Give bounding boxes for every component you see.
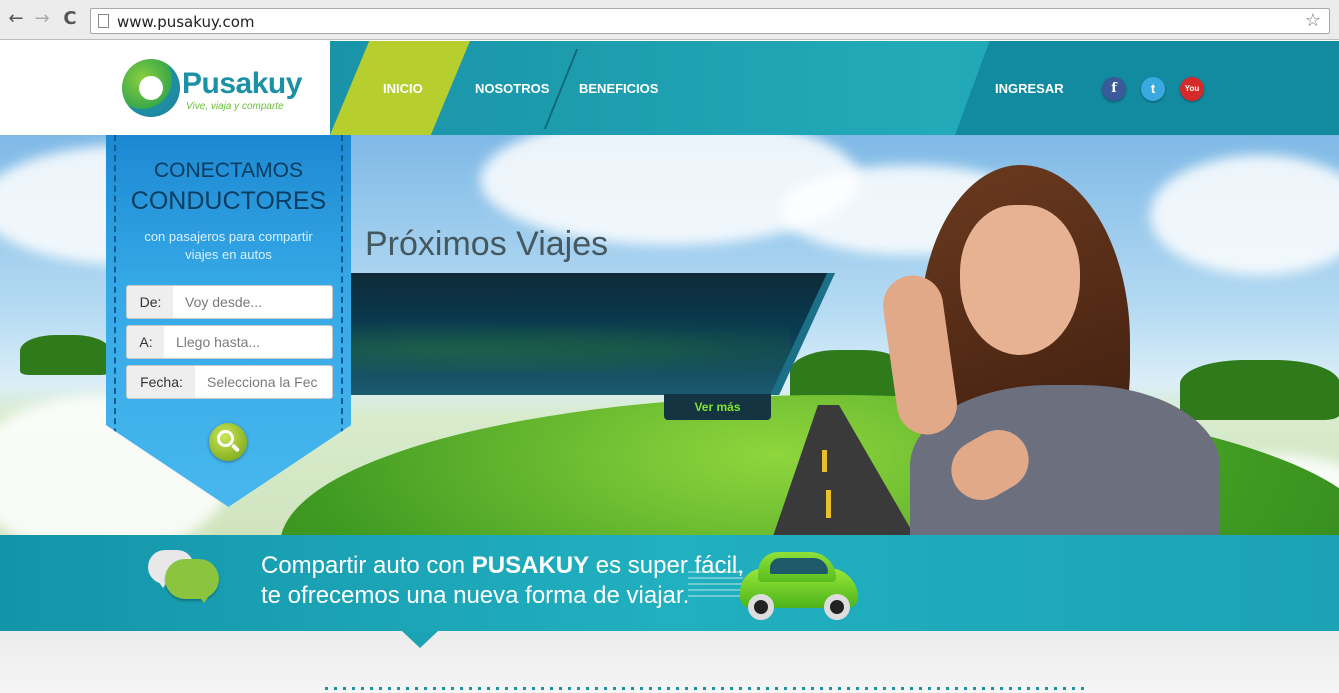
search-panel-title-2: CONDUCTORES <box>130 187 327 215</box>
site-header: Pusakuy Vive, viaja y comparte INICIO NO… <box>0 41 1339 135</box>
nav-nosotros[interactable]: NOSOTROS <box>475 81 549 96</box>
logo-tagline: Vive, viaja y comparte <box>186 101 284 112</box>
bookmark-star-icon[interactable]: ☆ <box>1305 10 1321 31</box>
to-input[interactable] <box>164 326 332 358</box>
to-field: A: <box>126 325 333 359</box>
from-label: De: <box>127 286 175 318</box>
back-icon[interactable]: ← <box>6 9 26 29</box>
reload-icon[interactable]: C <box>60 9 80 29</box>
to-label: A: <box>127 326 166 358</box>
from-input[interactable] <box>173 286 332 318</box>
facebook-icon[interactable]: f <box>1102 77 1126 101</box>
tree-line <box>20 335 110 375</box>
address-bar[interactable]: www.pusakuy.com ☆ <box>90 8 1330 34</box>
next-section <box>0 631 1339 693</box>
chat-bubble-green-icon <box>165 559 219 603</box>
dotted-divider <box>325 687 1085 690</box>
twitter-icon[interactable]: t <box>1141 77 1165 101</box>
youtube-icon[interactable]: You <box>1180 77 1204 101</box>
see-more-button[interactable]: Ver más <box>664 394 771 420</box>
nav-beneficios[interactable]: BENEFICIOS <box>579 81 658 96</box>
promo-band: Compartir auto con PUSAKUY es super fáci… <box>0 535 1339 631</box>
page-icon <box>98 14 109 28</box>
nav-ingresar[interactable]: INGRESAR <box>995 81 1064 96</box>
woman-photo <box>879 165 1220 535</box>
from-field: De: <box>126 285 333 319</box>
promo-brand: PUSAKUY <box>471 552 590 579</box>
search-panel-title-1: CONECTAMOS <box>154 159 303 182</box>
site-logo[interactable]: Pusakuy Vive, viaja y comparte <box>120 59 320 119</box>
date-field: Fecha: <box>126 365 333 399</box>
date-input[interactable] <box>195 366 332 398</box>
green-car-icon <box>740 550 860 620</box>
upcoming-trips-title: Próximos Viajes <box>365 225 609 263</box>
band-pointer <box>402 631 438 648</box>
logo-mark-icon <box>122 59 180 117</box>
date-label: Fecha: <box>127 366 197 398</box>
search-button[interactable] <box>209 423 247 461</box>
promo-text: Compartir auto con PUSAKUY es super fáci… <box>261 552 744 609</box>
logo-name: Pusakuy <box>182 67 302 100</box>
forward-icon[interactable]: → <box>32 9 52 29</box>
speed-lines <box>688 567 743 597</box>
address-url[interactable]: www.pusakuy.com <box>117 13 255 31</box>
nav-inicio[interactable]: INICIO <box>383 81 423 96</box>
search-panel-subtitle: con pasajeros para compartir viajes en a… <box>144 229 313 262</box>
trips-slider[interactable] <box>350 273 835 395</box>
browser-toolbar: ← → C www.pusakuy.com ☆ <box>0 0 1339 40</box>
